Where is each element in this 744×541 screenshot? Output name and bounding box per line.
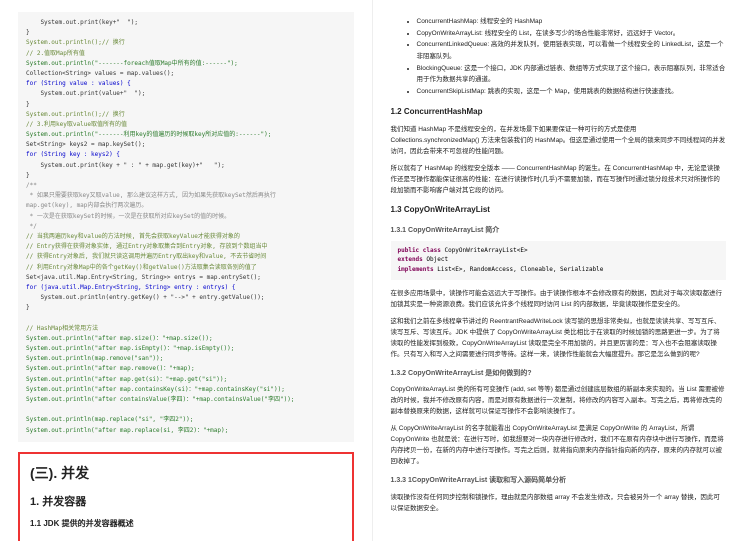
section-highlight-box: (三). 并发 1. 并发容器 1.1 JDK 提供的并发容器概述	[18, 452, 354, 541]
list-item: ConcurrentHashMap: 线程安全的 HashMap	[417, 16, 727, 28]
code-line	[26, 405, 346, 415]
code-line: * 一次是在获取keySet的时候，一次是在获取所对应keySet的值的时候。	[26, 212, 346, 222]
list-item: ConcurrentSkipListMap: 跳表的实现，这是一个 Map，使用…	[417, 86, 727, 98]
code-line: * 如果只需要获取key又取value, 那么建议这样方式, 因为如果先获取ke…	[26, 191, 346, 201]
keyword: public class	[398, 247, 441, 254]
heading-cowal-source: 1.3.3 1CopyOnWriteArrayList 读取和写入源码简单分析	[391, 475, 727, 486]
code-line: System.out.println("after map.size()："+m…	[26, 334, 346, 344]
heading-cowal-intro: 1.3.1 CopyOnWriteArrayList 简介	[391, 225, 727, 236]
paragraph: 这和我们之前在多线程章节讲过的 ReentrantReadWriteLock 读…	[391, 316, 727, 360]
code-line	[26, 313, 346, 323]
code-line: }	[26, 28, 346, 38]
code-line: }	[26, 303, 346, 313]
code-line: for (String value : values) {	[26, 79, 346, 89]
page-right: ConcurrentHashMap: 线程安全的 HashMapCopyOnWr…	[373, 0, 744, 541]
code-line: System.out.print(key + " : " + map.get(k…	[26, 161, 346, 171]
code-line: // HashMap相关常用方法	[26, 324, 346, 334]
code-line: for (java.util.Map.Entry<String, String>…	[26, 283, 346, 293]
code-line: System.out.println(entry.getKey() + "-->…	[26, 293, 346, 303]
list-item: CopyOnWriteArrayList: 线程安全的 List，在读多写少的场…	[417, 28, 727, 40]
code-snippet: public class CopyOnWriteArrayList<E> ext…	[391, 241, 727, 280]
heading-concurrenthashmap: 1.2 ConcurrentHashMap	[391, 106, 727, 119]
container-list: ConcurrentHashMap: 线程安全的 HashMapCopyOnWr…	[409, 16, 727, 98]
paragraph: 所以就有了 HashMap 的线程安全版本 —— ConcurrentHashM…	[391, 163, 727, 196]
code-line: // 3.利用key取value取值所有的值	[26, 120, 346, 130]
code-text: CopyOnWriteArrayList<E>	[441, 247, 528, 254]
code-line: System.out.print(value+" ");	[26, 89, 346, 99]
code-line: System.out.println("after map.replace(si…	[26, 426, 346, 436]
code-line: }	[26, 100, 346, 110]
code-line: Collection<String> values = map.values()…	[26, 69, 346, 79]
code-line: map.get(key), map内部会执行两次遍历。	[26, 201, 346, 211]
list-item: ConcurrentLinkedQueue: 高效的并发队列，使用链表实现，可以…	[417, 39, 727, 62]
code-line: */	[26, 222, 346, 232]
code-line: System.out.println(map.remove("san"));	[26, 354, 346, 364]
code-line: System.out.print(key+" ");	[26, 18, 346, 28]
keyword: implements	[398, 266, 434, 273]
paragraph: 从 CopyOnWriteArrayList 的名字就能看出 CopyOnWri…	[391, 423, 727, 467]
code-line: Set<String> keys2 = map.keySet();	[26, 140, 346, 150]
heading-concurrent-containers: 1. 并发容器	[30, 494, 342, 512]
code-line: Set<java.util.Map.Entry<String, String>>…	[26, 273, 346, 283]
code-line: System.out.println();// 换行	[26, 110, 346, 120]
code-line: // 利用Entry对象Map中的各个getKey()和getValue()方法…	[26, 263, 346, 273]
code-line: System.out.println("-------foreach值取Map中…	[26, 59, 346, 69]
code-line: System.out.println("after map.isEmpty()：…	[26, 344, 346, 354]
code-line: System.out.println("after map.get(si)："+…	[26, 375, 346, 385]
paragraph: CopyOnWriteArrayList 类的所有可变操作 (add, set …	[391, 384, 727, 417]
code-line: System.out.println("-------利用key的值遍历的时候取…	[26, 130, 346, 140]
paragraph: 在很多应用场景中，读操作可能会远远大于写操作。由于读操作根本不会修改原有的数据，…	[391, 288, 727, 310]
heading-cowal-how: 1.3.2 CopyOnWriteArrayList 是如何做到的?	[391, 368, 727, 379]
code-block: System.out.print(key+" ");}System.out.pr…	[18, 12, 354, 442]
code-line: System.out.println(map.replace("si", "李四…	[26, 415, 346, 425]
code-line: for (String key : keys2) {	[26, 150, 346, 160]
page-left: System.out.print(key+" ");}System.out.pr…	[0, 0, 373, 541]
code-line: // Entry获得在获得对象实体, 通过Entry对象取集合到Entry对象,…	[26, 242, 346, 252]
code-line: // 当我两遍历key和value的方法时候, 首先会获取keyValue才能获…	[26, 232, 346, 242]
paragraph: 我们知道 HashMap 不是线程安全的，在并发场景下如果要保证一种可行的方式是…	[391, 124, 727, 157]
list-item: BlockingQueue: 这是一个接口，JDK 内部通过链表、数组等方式实现…	[417, 63, 727, 86]
code-text: List<E>, RandomAccess, Cloneable, Serial…	[434, 266, 604, 273]
heading-jdk-containers-overview: 1.1 JDK 提供的并发容器概述	[30, 518, 342, 531]
section-number: (三). 并发	[30, 462, 342, 484]
code-line: System.out.println("after containsValue(…	[26, 395, 346, 405]
code-text: Object	[423, 256, 448, 263]
heading-copyonwritearraylist: 1.3 CopyOnWriteArrayList	[391, 204, 727, 217]
keyword: extends	[398, 256, 423, 263]
code-line: System.out.println();// 换行	[26, 38, 346, 48]
code-line: System.out.println("after map.remove()："…	[26, 364, 346, 374]
code-line: // 2.值取Map所有值	[26, 49, 346, 59]
code-line: System.out.println("after map.containsKe…	[26, 385, 346, 395]
code-line: }	[26, 171, 346, 181]
code-line: // 获得Entry对象后, 我们就只读这调用并遍历Entry取出key和val…	[26, 252, 346, 262]
paragraph: 读取操作没有任何同步控制和锁操作，理由就是内部数组 array 不会发生修改，只…	[391, 492, 727, 514]
code-line: /**	[26, 181, 346, 191]
